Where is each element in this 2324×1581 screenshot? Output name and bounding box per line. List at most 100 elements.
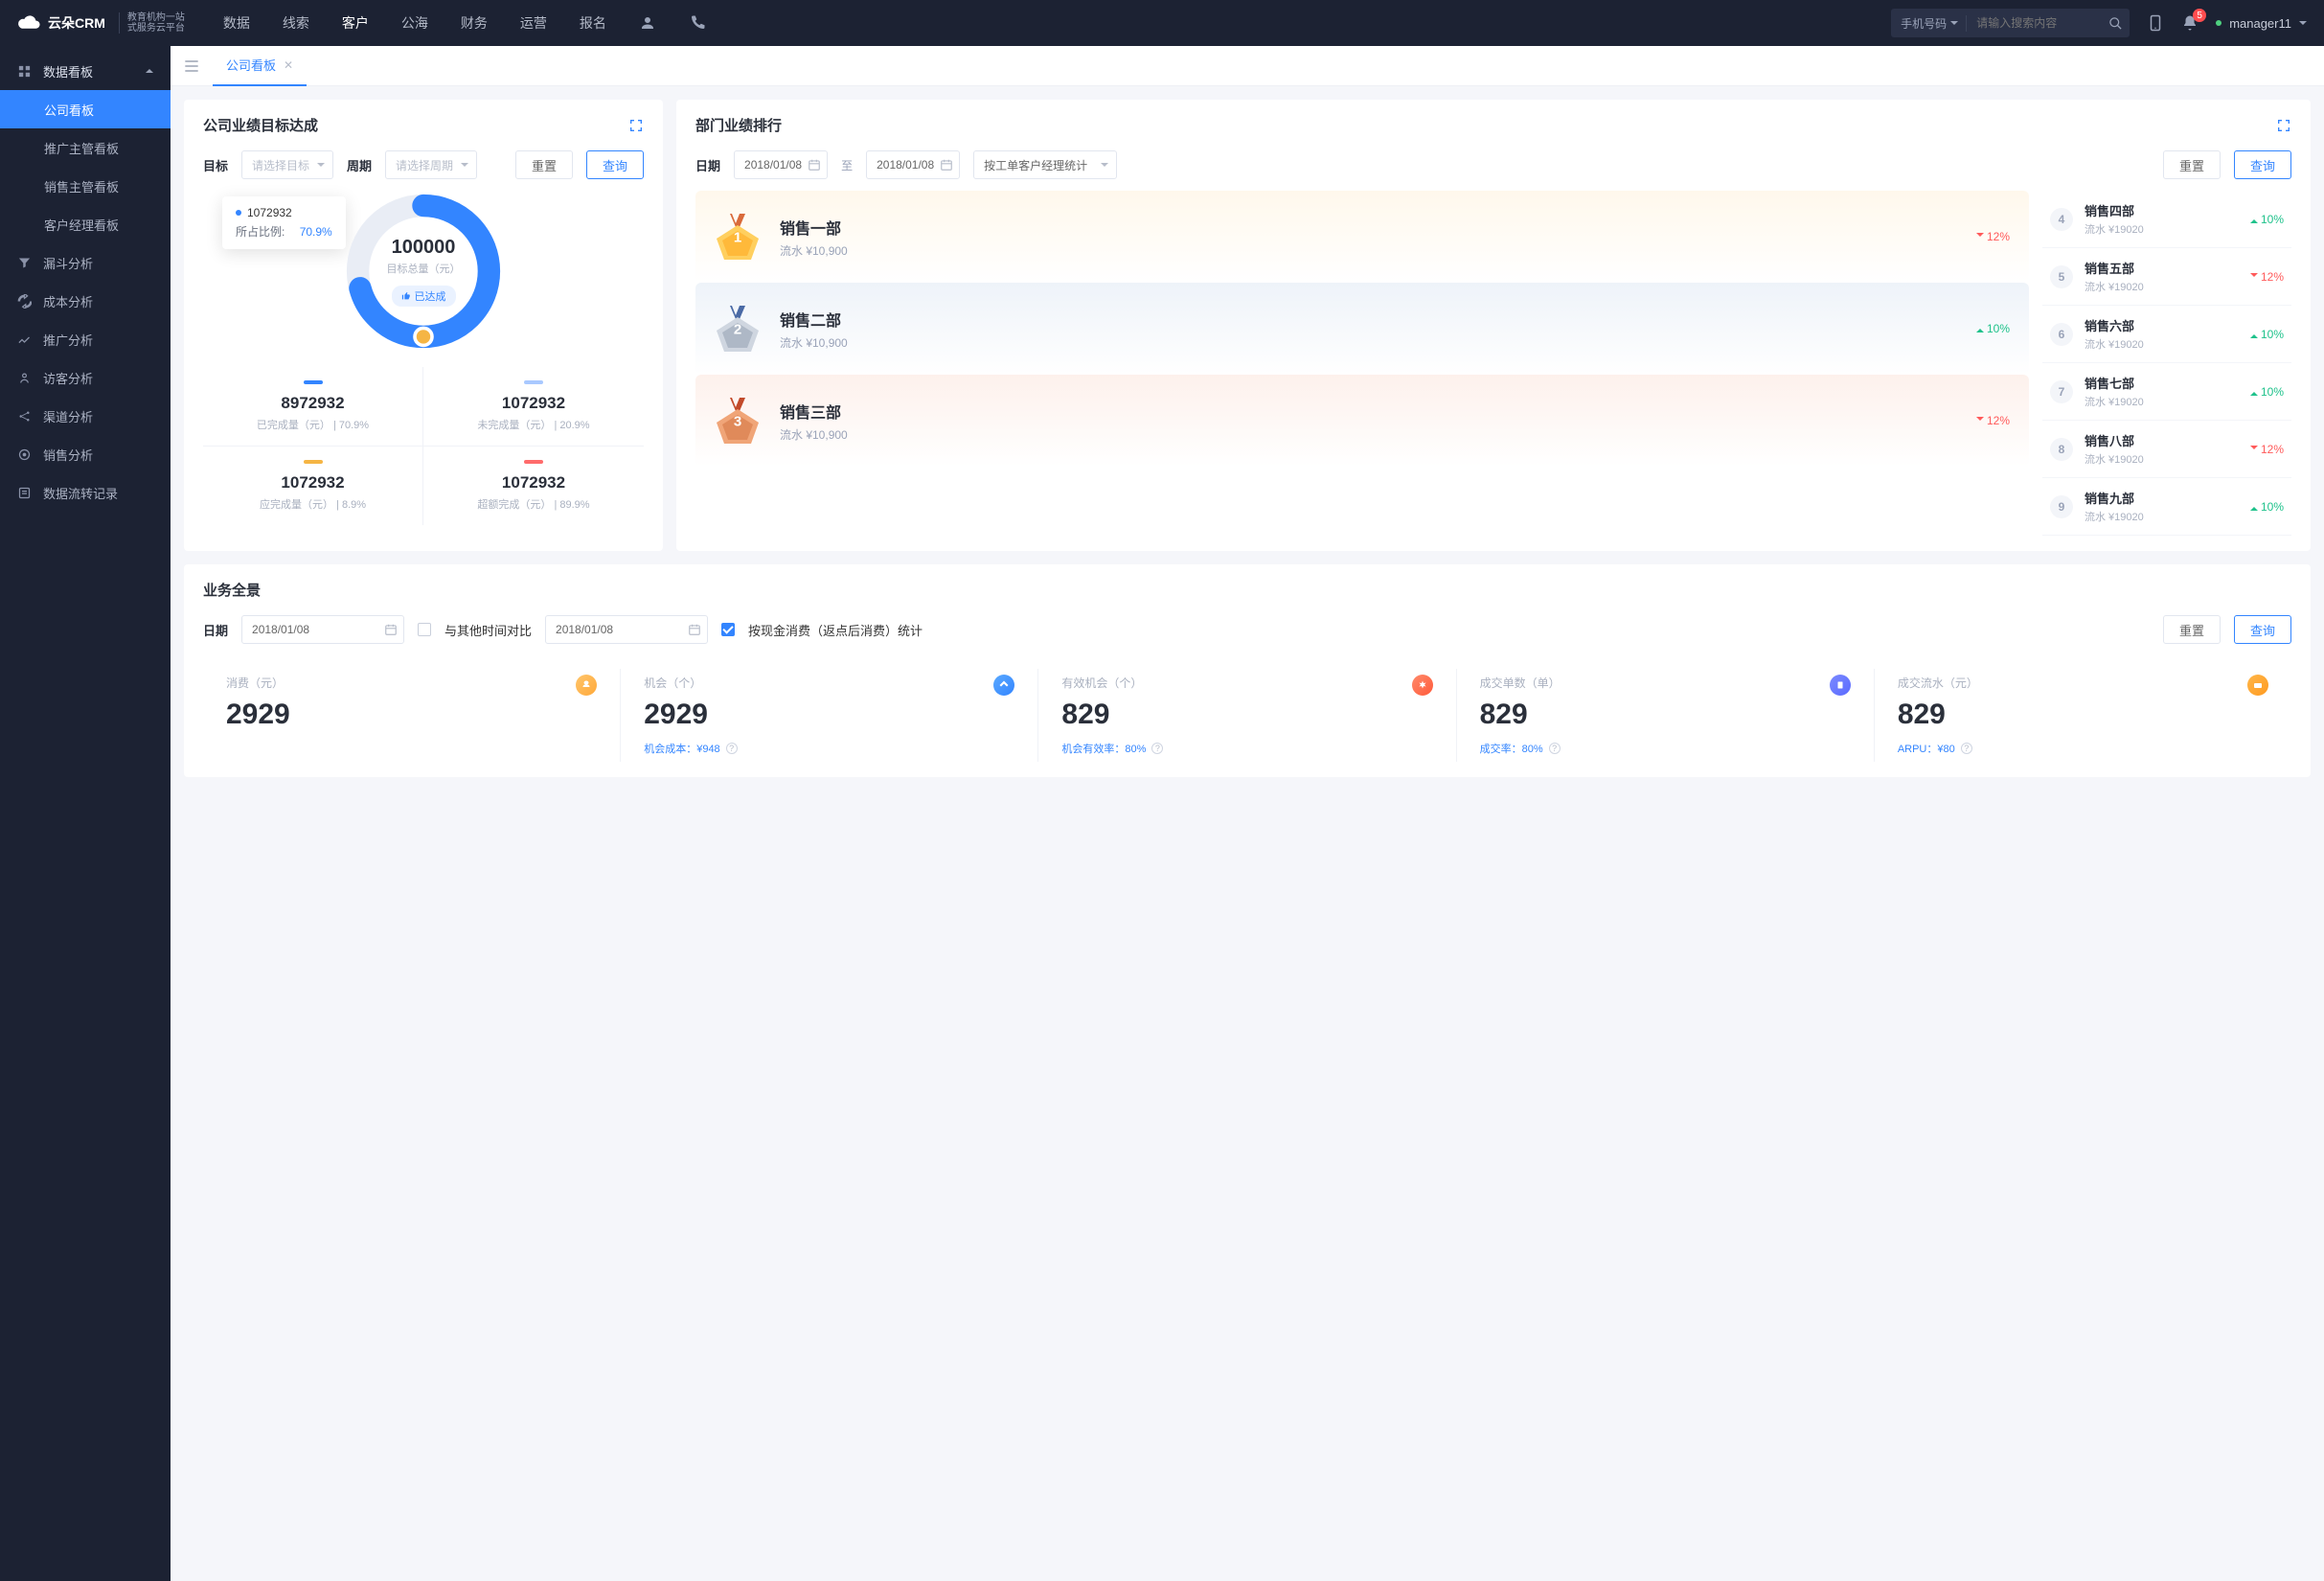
calendar-icon: [688, 623, 701, 636]
grid-icon: [17, 64, 32, 79]
pano-cell: 机会（个） 2929 机会成本：¥948 ?: [621, 669, 1038, 762]
cash-checkbox[interactable]: [721, 623, 735, 636]
rank-date-from[interactable]: 2018/01/08: [734, 150, 828, 179]
sidebar-item-funnel[interactable]: 漏斗分析: [0, 243, 171, 282]
stat-incomplete: 1072932未完成量（元） | 20.9%: [423, 367, 644, 447]
pano-cell: 成交单数（单） 829 成交率：80% ?: [1457, 669, 1875, 762]
rank-card: 部门业绩排行 日期 2018/01/08 至 2018/01/08 按工单客户经…: [676, 100, 2311, 551]
nav-finance[interactable]: 财务: [461, 13, 488, 33]
arrow-down-icon: [2250, 273, 2258, 281]
menu-icon[interactable]: [182, 57, 201, 76]
pano-number: 829: [1898, 699, 2268, 731]
tab-company-board[interactable]: 公司看板 ✕: [213, 46, 307, 86]
nav-clue[interactable]: 线索: [283, 13, 309, 33]
nav-user-icon[interactable]: [639, 13, 656, 33]
close-icon[interactable]: ✕: [284, 58, 293, 72]
delta-up: 10%: [1976, 322, 2010, 335]
pano-label: 成交流水（元）: [1898, 676, 1978, 690]
cloud-icon: [17, 13, 42, 33]
sidebar-item-promo-analysis[interactable]: 推广分析: [0, 320, 171, 358]
pano-date[interactable]: 2018/01/08: [241, 615, 404, 644]
rank-sub: 流水 ¥19020: [2085, 394, 2239, 409]
nav-signup[interactable]: 报名: [580, 13, 606, 33]
goal-reset-button[interactable]: 重置: [515, 150, 573, 179]
medal-silver-icon: 2: [715, 304, 761, 354]
user-menu[interactable]: manager11: [2216, 16, 2307, 31]
logo-subtitle: 教育机构一站式服务云平台: [119, 12, 185, 34]
tab-label: 公司看板: [226, 56, 276, 74]
chevron-up-icon: [146, 65, 153, 73]
medal-gold-icon: 1: [715, 212, 761, 262]
sidebar-parent-label: 数据看板: [43, 62, 93, 80]
nav-ops[interactable]: 运营: [520, 13, 547, 33]
arrow-up-icon: [2250, 216, 2258, 223]
top-navigation: 数据 线索 客户 公海 财务 运营 报名: [223, 13, 706, 33]
help-icon[interactable]: ?: [726, 743, 738, 754]
delta-up: 10%: [2250, 328, 2284, 341]
sidebar-item-sales-board[interactable]: 销售主管看板: [0, 167, 171, 205]
pano-date2[interactable]: 2018/01/08: [545, 615, 708, 644]
rank-name: 销售四部: [2085, 201, 2239, 219]
rank-sub: 流水 ¥19020: [2085, 509, 2239, 524]
compare-label: 与其他时间对比: [444, 621, 532, 639]
delta-down: 12%: [2250, 443, 2284, 456]
thumb-icon: [401, 291, 411, 301]
rank-mode-select[interactable]: 按工单客户经理统计: [973, 150, 1117, 179]
goal-query-button[interactable]: 查询: [586, 150, 644, 179]
search-input[interactable]: [1967, 16, 2101, 30]
sidebar-item-promo-board[interactable]: 推广主管看板: [0, 128, 171, 167]
sidebar-item-sales-analysis[interactable]: 销售分析: [0, 435, 171, 473]
nav-sea[interactable]: 公海: [401, 13, 428, 33]
sidebar-item-channel[interactable]: 渠道分析: [0, 397, 171, 435]
expand-icon[interactable]: [628, 118, 644, 133]
delta-up: 10%: [2250, 500, 2284, 514]
pano-date-label: 日期: [203, 621, 228, 639]
nav-data[interactable]: 数据: [223, 13, 250, 33]
arrow-down-icon: [2250, 446, 2258, 453]
search-type-select[interactable]: 手机号码: [1891, 15, 1967, 32]
rank-name: 销售五部: [2085, 259, 2239, 277]
rank-name: 销售八部: [2085, 431, 2239, 449]
pano-reset-button[interactable]: 重置: [2163, 615, 2221, 644]
sidebar-item-cost[interactable]: 成本分析: [0, 282, 171, 320]
sidebar-parent-dashboard[interactable]: 数据看板: [0, 52, 171, 90]
stat-completed: 8972932已完成量（元） | 70.9%: [203, 367, 423, 447]
log-icon: [17, 486, 32, 500]
pano-cell: 有效机会（个） 829 机会有效率：80% ?: [1038, 669, 1456, 762]
compare-checkbox[interactable]: [418, 623, 431, 636]
rank-query-button[interactable]: 查询: [2234, 150, 2291, 179]
sidebar-item-manager-board[interactable]: 客户经理看板: [0, 205, 171, 243]
notification-bell[interactable]: 5: [2181, 14, 2199, 32]
pano-number: 829: [1480, 699, 1851, 731]
help-icon[interactable]: ?: [1961, 743, 1972, 754]
goal-stats: 8972932已完成量（元） | 70.9% 1072932未完成量（元） | …: [203, 367, 644, 525]
period-select[interactable]: 请选择周期: [385, 150, 477, 179]
nav-phone-icon[interactable]: [689, 13, 706, 33]
pano-sub: 机会有效率：80% ?: [1061, 741, 1432, 756]
expand-icon[interactable]: [2276, 118, 2291, 133]
podium-1: 1 销售一部流水 ¥10,900 12%: [695, 191, 2029, 283]
rank-sub: 流水 ¥19020: [2085, 336, 2239, 352]
search-button[interactable]: [2101, 9, 2130, 37]
sidebar-item-visitor[interactable]: 访客分析: [0, 358, 171, 397]
tooltip-ratio: 70.9%: [300, 225, 332, 239]
topbar: 云朵CRM 教育机构一站式服务云平台 数据 线索 客户 公海 财务 运营 报名 …: [0, 0, 2324, 46]
sidebar-item-company-board[interactable]: 公司看板: [0, 90, 171, 128]
device-icon[interactable]: [2147, 14, 2164, 32]
rank-reset-button[interactable]: 重置: [2163, 150, 2221, 179]
help-icon[interactable]: ?: [1151, 743, 1163, 754]
nav-customer[interactable]: 客户: [342, 13, 369, 33]
rank-row: 4 销售四部流水 ¥19020 10%: [2042, 191, 2291, 248]
rank-row: 9 销售九部流水 ¥19020 10%: [2042, 478, 2291, 536]
logo[interactable]: 云朵CRM 教育机构一站式服务云平台: [17, 12, 185, 34]
rank-number: 7: [2050, 380, 2073, 403]
sidebar-item-flow-log[interactable]: 数据流转记录: [0, 473, 171, 512]
target-select[interactable]: 请选择目标: [241, 150, 333, 179]
rank-name: 销售七部: [2085, 374, 2239, 392]
rank-date-to[interactable]: 2018/01/08: [866, 150, 960, 179]
pano-query-button[interactable]: 查询: [2234, 615, 2291, 644]
arrow-up-icon: [2250, 388, 2258, 396]
tooltip-ratio-label: 所占比例:: [236, 223, 285, 240]
rank-sub: 流水 ¥19020: [2085, 451, 2239, 467]
help-icon[interactable]: ?: [1549, 743, 1561, 754]
